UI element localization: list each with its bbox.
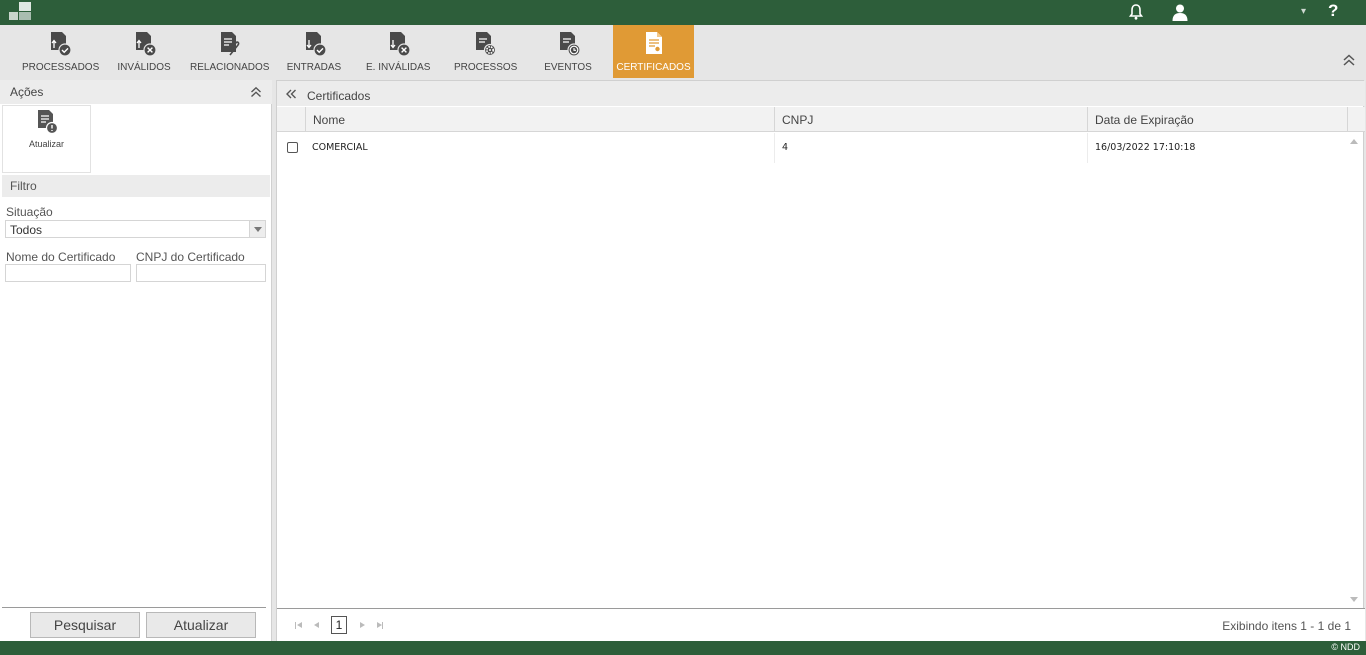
cnpj-certificado-input[interactable]	[136, 264, 266, 282]
divider	[2, 607, 266, 608]
acoes-header: Ações	[0, 80, 272, 104]
tab-processados[interactable]: PROCESSADOS	[22, 25, 100, 78]
tab-relacionados[interactable]: RELACIONADOS	[190, 25, 270, 78]
doc-in-check-icon	[306, 32, 327, 57]
tab-processos[interactable]: PROCESSOS	[454, 25, 518, 78]
chevron-down-icon[interactable]	[249, 221, 265, 237]
left-panel: Ações Atualizar Filtro Situação Todos No…	[0, 80, 272, 641]
filtro-title: Filtro	[10, 179, 37, 193]
doc-clock-icon	[560, 32, 581, 57]
tab-eventos[interactable]: EVENTOS	[540, 25, 596, 78]
doc-gear-icon	[476, 32, 497, 57]
tab-label: EVENTOS	[544, 62, 592, 73]
tab-label: ENTRADAS	[286, 62, 342, 73]
situacao-label: Situação	[6, 205, 53, 219]
atualizar-action-label: Atualizar	[28, 139, 64, 149]
certificate-icon	[645, 32, 662, 54]
collapse-acoes-icon[interactable]	[250, 86, 262, 98]
pager: 1 Exibindo itens 1 - 1 de 1	[277, 608, 1365, 641]
footer: © NDD	[0, 641, 1366, 655]
tab-label: PROCESSADOS	[22, 62, 100, 73]
column-header-nome[interactable]: Nome	[305, 107, 774, 132]
user-menu-dropdown-icon[interactable]: ▾	[1301, 6, 1306, 17]
nome-certificado-input[interactable]	[5, 264, 131, 282]
scroll-column-header	[1347, 107, 1365, 132]
bell-icon[interactable]	[1128, 3, 1144, 21]
table-row[interactable]: COMERCIAL 4 16/03/2022 17:10:18	[277, 133, 1347, 163]
atualizar-button[interactable]: Atualizar	[146, 612, 256, 638]
panel-title: Certificados	[307, 89, 371, 103]
acoes-title: Ações	[10, 85, 44, 99]
nome-certificado-label: Nome do Certificado	[6, 250, 116, 264]
tab-label: CERTIFICADOS	[616, 62, 691, 73]
cnpj-certificado-label: CNPJ do Certificado	[136, 250, 245, 264]
tab-label: E. INVÁLIDAS	[366, 62, 431, 73]
collapse-left-panel-icon[interactable]	[285, 89, 297, 99]
tab-label: INVÁLIDOS	[117, 62, 171, 73]
doc-refresh-icon	[38, 110, 59, 135]
prev-page-icon[interactable]	[314, 622, 319, 628]
module-tab-bar: PROCESSADOS INVÁLIDOS RELACIONADOS ENTRA…	[0, 25, 1366, 78]
tab-entradas[interactable]: ENTRADAS	[286, 25, 342, 78]
copyright-text: © NDD	[1331, 642, 1360, 652]
filtro-header: Filtro	[2, 175, 270, 197]
pager-info: Exibindo itens 1 - 1 de 1	[1222, 619, 1351, 633]
pesquisar-button[interactable]: Pesquisar	[30, 612, 140, 638]
doc-x-icon	[136, 32, 157, 57]
select-column-header	[277, 107, 305, 132]
cell-cnpj: 4	[774, 133, 1087, 163]
last-page-bar	[382, 622, 383, 629]
column-header-cnpj[interactable]: CNPJ	[774, 107, 1087, 132]
certificados-panel: Certificados Nome CNPJ Data de Expiração…	[276, 80, 1365, 641]
atualizar-action-button[interactable]: Atualizar	[2, 105, 91, 173]
tab-certificados[interactable]: CERTIFICADOS	[613, 25, 694, 78]
tab-invalidos[interactable]: INVÁLIDOS	[116, 25, 172, 78]
grid-header: Nome CNPJ Data de Expiração	[277, 107, 1365, 132]
situacao-value: Todos	[10, 223, 43, 237]
scroll-down-icon[interactable]	[1350, 597, 1358, 602]
situacao-select[interactable]: Todos	[5, 220, 266, 238]
help-icon[interactable]: ?	[1328, 1, 1338, 21]
first-page-icon[interactable]	[297, 622, 302, 628]
collapse-toolbar-icon[interactable]	[1342, 53, 1356, 67]
panel-header: Certificados	[277, 81, 1365, 106]
current-page[interactable]: 1	[331, 616, 347, 634]
doc-check-icon	[51, 32, 72, 57]
row-checkbox[interactable]	[287, 142, 298, 153]
doc-in-x-icon	[390, 32, 411, 57]
doc-clip-icon	[221, 32, 240, 56]
top-bar: ▾ ?	[0, 0, 1366, 25]
app-logo[interactable]	[9, 2, 33, 22]
next-page-icon[interactable]	[360, 622, 365, 628]
scroll-up-icon[interactable]	[1350, 139, 1358, 144]
vertical-scrollbar[interactable]	[1346, 133, 1363, 608]
column-header-data-expiracao[interactable]: Data de Expiração	[1087, 107, 1347, 132]
tab-e-invalidas[interactable]: E. INVÁLIDAS	[366, 25, 430, 78]
cell-data-expiracao: 16/03/2022 17:10:18	[1087, 133, 1347, 163]
tab-label: RELACIONADOS	[190, 62, 270, 73]
tab-label: PROCESSOS	[454, 62, 518, 73]
user-icon[interactable]	[1171, 3, 1189, 21]
cell-nome: COMERCIAL	[312, 142, 368, 153]
first-page-bar	[295, 622, 296, 629]
